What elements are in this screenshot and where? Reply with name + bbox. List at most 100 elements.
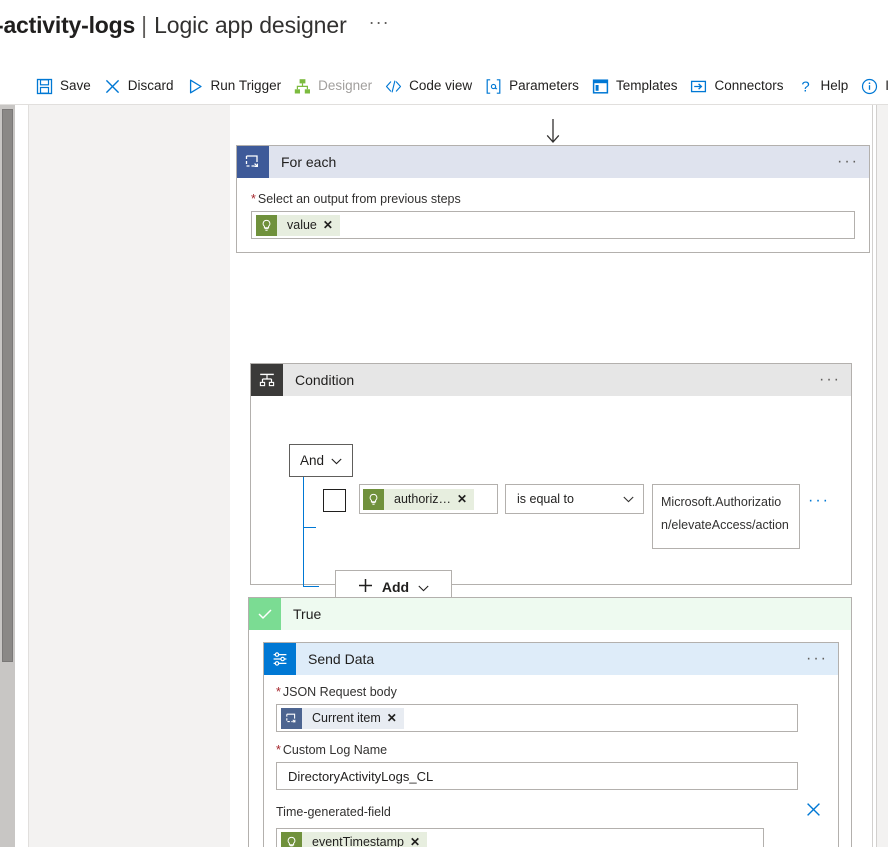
condition-add-button-label: Add bbox=[381, 578, 410, 595]
run-trigger-button[interactable]: Run Trigger bbox=[183, 74, 291, 99]
page-title-separator: | bbox=[141, 12, 148, 38]
time-generated-field-input[interactable]: eventTimestamp ✕ bbox=[276, 828, 764, 847]
token-authorization-remove-icon[interactable]: ✕ bbox=[457, 492, 474, 506]
for-each-output-input[interactable]: value ✕ bbox=[251, 211, 855, 239]
json-request-body-label-text: JSON Request body bbox=[282, 685, 397, 699]
token-value-remove-icon[interactable]: ✕ bbox=[323, 218, 340, 232]
page-title-overflow-button[interactable]: ··· bbox=[369, 12, 390, 33]
designer-hierarchy-icon bbox=[294, 78, 311, 95]
token-event-timestamp[interactable]: eventTimestamp ✕ bbox=[281, 831, 427, 847]
condition-row-checkbox[interactable] bbox=[323, 489, 346, 512]
token-current-item[interactable]: Current item ✕ bbox=[281, 707, 404, 729]
condition-operator-dropdown[interactable]: is equal to bbox=[505, 484, 644, 514]
json-request-body-label: * JSON Request body bbox=[276, 685, 824, 699]
condition-value-input[interactable]: Microsoft.Authorization/elevateAccess/ac… bbox=[652, 484, 800, 549]
page-header: -activity-logs | Logic app designer ··· bbox=[0, 0, 888, 58]
condition-body: And authoriz… ✕ is equal to Microsoft.Au… bbox=[251, 396, 851, 603]
send-data-header[interactable]: Send Data ··· bbox=[264, 643, 838, 675]
condition-action-card[interactable]: Condition ··· And authoriz… ✕ is equal t… bbox=[250, 363, 852, 603]
parameters-button-label: Parameters bbox=[509, 78, 579, 94]
condition-branch-icon bbox=[251, 364, 283, 396]
for-each-action-card[interactable]: For each ··· * Select an output from prev… bbox=[236, 145, 870, 253]
question-mark-icon: ? bbox=[797, 78, 814, 94]
token-value[interactable]: value ✕ bbox=[256, 214, 340, 236]
logic-app-designer-page: -activity-logs | Logic app designer ··· … bbox=[0, 0, 888, 847]
condition-overflow-button[interactable]: ··· bbox=[819, 372, 841, 388]
save-button-label: Save bbox=[60, 78, 91, 94]
canvas-right-gutter bbox=[877, 105, 888, 847]
condition-operand-input[interactable]: authoriz… ✕ bbox=[359, 484, 498, 514]
connectors-button[interactable]: Connectors bbox=[686, 74, 792, 99]
help-button[interactable]: ? Help bbox=[793, 74, 858, 99]
send-data-overflow-button[interactable]: ··· bbox=[806, 651, 828, 667]
chevron-down-icon bbox=[623, 492, 634, 506]
token-event-timestamp-label: eventTimestamp bbox=[312, 835, 404, 847]
left-panel-scrollbar[interactable] bbox=[0, 105, 15, 847]
required-indicator: * bbox=[251, 192, 256, 206]
for-each-overflow-button[interactable]: ··· bbox=[837, 154, 859, 170]
condition-card-header[interactable]: Condition ··· bbox=[251, 364, 851, 396]
page-title: -activity-logs | Logic app designer ··· bbox=[0, 12, 390, 39]
custom-log-name-input[interactable]: DirectoryActivityLogs_CL bbox=[276, 762, 798, 790]
for-each-card-header[interactable]: For each ··· bbox=[237, 146, 869, 178]
condition-operator-label: is equal to bbox=[517, 492, 574, 506]
send-data-body: * JSON Request body Current item ✕ * Cus… bbox=[264, 675, 838, 847]
send-data-action-card[interactable]: Send Data ··· * JSON Request body Curren… bbox=[263, 642, 839, 847]
help-button-label: Help bbox=[820, 78, 849, 94]
command-toolbar: Save Discard Run Trigger Designer Code v… bbox=[0, 68, 888, 104]
send-data-title: Send Data bbox=[308, 651, 375, 667]
for-each-body: * Select an output from previous steps va… bbox=[237, 178, 869, 239]
condition-connector-tick-row bbox=[303, 527, 316, 528]
chevron-down-icon bbox=[418, 579, 429, 595]
custom-log-name-label-text: Custom Log Name bbox=[282, 743, 388, 757]
page-title-resource-name: -activity-logs bbox=[0, 12, 136, 38]
required-indicator: * bbox=[276, 685, 281, 699]
templates-button-label: Templates bbox=[615, 78, 678, 94]
templates-layout-icon bbox=[592, 78, 609, 95]
run-trigger-button-label: Run Trigger bbox=[210, 78, 282, 94]
json-request-body-input[interactable]: Current item ✕ bbox=[276, 704, 798, 732]
logical-operator-label: And bbox=[299, 453, 325, 468]
condition-row-overflow-button[interactable]: ··· bbox=[808, 492, 830, 510]
canvas-left-gutter bbox=[28, 105, 230, 847]
designer-button[interactable]: Designer bbox=[290, 74, 381, 99]
info-button[interactable]: In bbox=[857, 74, 888, 99]
dynamic-content-token-icon bbox=[363, 488, 384, 510]
token-event-timestamp-remove-icon[interactable]: ✕ bbox=[410, 835, 427, 847]
token-current-item-remove-icon[interactable]: ✕ bbox=[387, 711, 404, 725]
current-item-loop-icon bbox=[281, 707, 302, 729]
templates-button[interactable]: Templates bbox=[588, 74, 687, 99]
true-branch-title: True bbox=[293, 606, 322, 622]
code-view-button-label: Code view bbox=[409, 78, 473, 94]
for-each-title: For each bbox=[281, 154, 337, 170]
for-each-field-label: * Select an output from previous steps bbox=[251, 192, 855, 206]
token-current-item-label: Current item bbox=[312, 711, 381, 725]
dynamic-content-token-icon bbox=[281, 831, 302, 847]
token-authorization[interactable]: authoriz… ✕ bbox=[363, 488, 475, 510]
condition-connector-line bbox=[303, 477, 323, 587]
discard-button[interactable]: Discard bbox=[100, 74, 183, 99]
info-circle-icon bbox=[861, 78, 878, 95]
at-bracket-icon bbox=[485, 78, 502, 95]
discard-x-icon bbox=[104, 78, 121, 95]
parameters-button[interactable]: Parameters bbox=[481, 74, 588, 99]
time-generated-field-label: Time-generated-field bbox=[276, 805, 391, 819]
code-view-button[interactable]: Code view bbox=[381, 74, 481, 99]
plus-icon bbox=[358, 578, 373, 596]
condition-row: authoriz… ✕ is equal to Microsoft.Author… bbox=[323, 484, 830, 549]
loop-foreach-icon bbox=[237, 146, 269, 178]
time-generated-field-row: Time-generated-field bbox=[276, 801, 824, 823]
workflow-flow-column: For each ··· * Select an output from prev… bbox=[234, 105, 872, 847]
token-value-label: value bbox=[287, 218, 317, 232]
discard-button-label: Discard bbox=[127, 78, 174, 94]
true-branch-body: Send Data ··· * JSON Request body Curren… bbox=[249, 630, 851, 847]
canvas-scrollbar[interactable] bbox=[872, 105, 877, 847]
left-panel-scrollbar-thumb[interactable] bbox=[2, 109, 13, 662]
logical-operator-dropdown[interactable]: And bbox=[289, 444, 353, 477]
close-x-icon[interactable] bbox=[805, 801, 824, 823]
true-branch-card[interactable]: True Send Data ··· * JSON Request body C… bbox=[248, 597, 852, 847]
true-branch-header[interactable]: True bbox=[249, 598, 851, 630]
save-button[interactable]: Save bbox=[32, 74, 100, 99]
